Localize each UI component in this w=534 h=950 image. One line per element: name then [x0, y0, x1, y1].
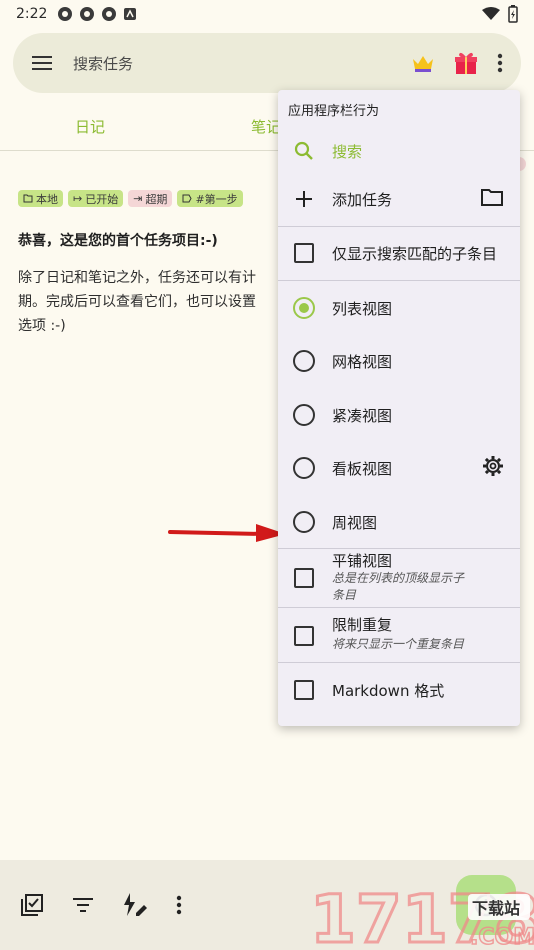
menu-divider [278, 607, 520, 608]
radio-button[interactable] [293, 350, 315, 372]
folder-icon[interactable] [480, 187, 504, 207]
search-bar[interactable]: 搜索任务 [13, 33, 521, 93]
notification-icons [57, 6, 137, 22]
status-bar: 2:22 [0, 0, 534, 28]
annotation-arrow-icon [168, 524, 286, 542]
watermark-logo-icon: 17178 下载站 .COM [309, 880, 534, 950]
tag-local: 本地 [18, 190, 63, 207]
menu-item-label: 限制重复 [332, 616, 393, 634]
notification-icon [102, 7, 117, 21]
svg-text:下载站: 下载站 [472, 899, 520, 918]
checklist-icon[interactable] [20, 893, 44, 917]
tag-overdue: ⇥ 超期 [128, 190, 173, 207]
menu-divider [278, 548, 520, 549]
tag-label: 已开始 [85, 192, 119, 206]
menu-item-compact-view[interactable]: 紧凑视图 [278, 398, 520, 432]
label-icon [182, 194, 193, 203]
gift-icon[interactable] [453, 50, 479, 76]
tag-label: 本地 [36, 192, 58, 206]
status-time: 2:22 [16, 6, 48, 22]
radio-button[interactable] [293, 297, 315, 319]
menu-item-description: 条目 [332, 588, 357, 602]
tab-diary[interactable]: 日记 [75, 116, 105, 137]
menu-item-limit-recurring[interactable]: 限制重复 将来只显示一个重复条目 [278, 614, 520, 654]
task-description-line: 除了日记和笔记之外，任务还可以有计 [18, 270, 256, 286]
menu-icon[interactable] [31, 54, 53, 72]
menu-item-add-task[interactable]: 添加任务 [278, 182, 520, 216]
menu-item-label: 看板视图 [332, 459, 393, 478]
menu-item-description: 总是在列表的顶级显示子 [332, 571, 465, 585]
tag-category: #第一步 [177, 190, 243, 207]
app-bar-behavior-menu: 应用程序栏行为 搜索 添加任务 仅显示搜索匹配的子条目 列表视图 网格视图 紧凑… [278, 90, 520, 726]
menu-item-label: 添加任务 [332, 190, 393, 209]
radio-button[interactable] [293, 404, 315, 426]
menu-header: 应用程序栏行为 [288, 104, 380, 119]
radio-button[interactable] [293, 457, 315, 479]
search-icon [294, 141, 313, 160]
menu-item-label: 列表视图 [332, 299, 393, 318]
menu-item-description: 将来只显示一个重复条目 [332, 637, 465, 651]
add-icon [296, 191, 312, 207]
checkbox[interactable] [294, 568, 314, 588]
menu-item-markdown[interactable]: Markdown 格式 [278, 673, 520, 707]
crown-icon[interactable] [411, 53, 435, 73]
filter-icon[interactable] [72, 896, 94, 914]
menu-item-label: 紧凑视图 [332, 406, 393, 425]
svg-text:.COM: .COM [470, 925, 534, 950]
wifi-icon [482, 7, 500, 20]
tag-label: 超期 [145, 192, 168, 206]
more-vert-icon[interactable] [497, 53, 503, 73]
battery-icon [508, 5, 518, 23]
menu-item-label: 网格视图 [332, 352, 393, 371]
folder-icon [23, 194, 33, 203]
menu-item-list-view[interactable]: 列表视图 [278, 291, 520, 325]
tab-notes[interactable]: 笔记 [251, 116, 281, 137]
task-description-line: 期。完成后可以查看它们，也可以设置 [18, 294, 256, 310]
task-tags: 本地 ↦ 已开始 ⇥ 超期 #第一步 [18, 190, 243, 207]
menu-divider [278, 226, 520, 227]
start-icon: ↦ [73, 192, 83, 205]
quick-edit-icon[interactable] [122, 892, 148, 918]
menu-item-only-matching-subitems[interactable]: 仅显示搜索匹配的子条目 [278, 236, 520, 270]
radio-button[interactable] [293, 511, 315, 533]
notification-icon [80, 7, 95, 21]
checkbox[interactable] [294, 680, 314, 700]
menu-item-label: Markdown 格式 [332, 681, 445, 700]
checkbox[interactable] [294, 243, 314, 263]
notification-icon [58, 7, 73, 21]
menu-divider [278, 280, 520, 281]
menu-item-label: 仅显示搜索匹配的子条目 [332, 244, 498, 263]
menu-divider [278, 662, 520, 663]
menu-item-flat-view[interactable]: 平铺视图 总是在列表的顶级显示子 条目 [278, 550, 520, 606]
menu-item-label: 搜索 [332, 142, 363, 161]
search-input[interactable]: 搜索任务 [73, 53, 133, 74]
watermark-logo: 17178 下载站 .COM [309, 880, 534, 950]
tag-started: ↦ 已开始 [68, 190, 124, 207]
menu-item-week-view[interactable]: 周视图 [278, 505, 520, 539]
menu-item-label: 平铺视图 [332, 552, 393, 570]
task-title[interactable]: 恭喜，这是您的首个任务项目:-) [18, 230, 218, 250]
menu-item-label: 周视图 [332, 513, 378, 532]
menu-item-grid-view[interactable]: 网格视图 [278, 344, 520, 378]
gear-icon[interactable] [482, 455, 504, 477]
menu-item-search[interactable]: 搜索 [278, 134, 520, 168]
checkbox[interactable] [294, 626, 314, 646]
task-description-line: 选项 :-) [18, 318, 66, 334]
task-description[interactable]: 除了日记和笔记之外，任务还可以有计 期。完成后可以查看它们，也可以设置 选项 :… [18, 266, 288, 338]
notification-icon [124, 8, 137, 20]
more-vert-icon[interactable] [176, 895, 182, 915]
due-icon: ⇥ [133, 192, 143, 205]
tag-label: #第一步 [195, 192, 238, 206]
menu-item-kanban-view[interactable]: 看板视图 [278, 451, 520, 485]
